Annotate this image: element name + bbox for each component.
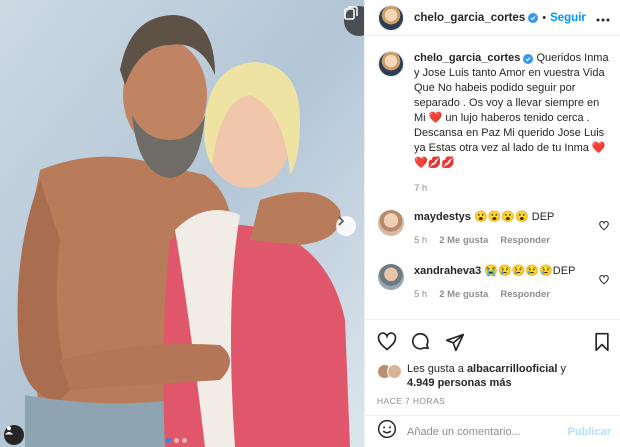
caption-time[interactable]: 7 h xyxy=(414,183,611,194)
comment-icon[interactable] xyxy=(411,332,431,352)
separator-dot: • xyxy=(542,11,547,24)
post-actions: Les gusta a albacarrillooficial y 4.949 … xyxy=(365,319,620,447)
carousel-dots xyxy=(166,438,187,443)
caption-username[interactable]: chelo_garcia_cortes xyxy=(414,52,520,64)
photo-illustration xyxy=(0,0,364,447)
emoji-icon[interactable] xyxy=(377,419,397,444)
avatar xyxy=(387,364,402,379)
avatar[interactable] xyxy=(378,4,404,31)
likes-summary: Les gusta a albacarrillooficial y 4.949 … xyxy=(365,356,620,390)
verified-icon xyxy=(523,54,534,64)
carousel-dot xyxy=(166,438,171,443)
caption-text: chelo_garcia_cortes Queridos Inma y Jose… xyxy=(414,51,611,171)
user-tag-icon[interactable] xyxy=(4,425,24,445)
share-icon[interactable] xyxy=(445,332,465,352)
comment-likes[interactable]: 2 Me gusta xyxy=(439,287,488,302)
post-side-panel: chelo_garcia_cortes • Seguir chelo_garci… xyxy=(364,0,620,447)
likes-joiner: y xyxy=(557,363,566,375)
likes-prefix: Les gusta a xyxy=(407,363,467,375)
comment-text: 😭😢😢😢😢DEP xyxy=(484,265,576,277)
publish-button[interactable]: Publicar xyxy=(568,426,611,438)
avatar[interactable] xyxy=(378,210,404,236)
add-comment-bar: Añade un comentario... Publicar xyxy=(365,415,620,447)
caption-body: Queridos Inma y Jose Luis tanto Amor en … xyxy=(414,52,609,169)
more-icon[interactable] xyxy=(596,9,610,27)
caption: chelo_garcia_cortes Queridos Inma y Jose… xyxy=(378,51,611,171)
heart-icon[interactable] xyxy=(599,272,609,290)
comment-item: maydestys 😮😮😮😮 DEP 5 h 2 Me gusta Respon… xyxy=(378,210,611,248)
comment-username[interactable]: xandraheva3 xyxy=(414,265,481,277)
post-header: chelo_garcia_cortes • Seguir xyxy=(365,0,620,36)
comment-item: xandraheva3 😭😢😢😢😢DEP 5 h 2 Me gusta Resp… xyxy=(378,264,611,302)
post-photo[interactable] xyxy=(0,0,364,447)
carousel-dot xyxy=(174,438,179,443)
verified-icon xyxy=(528,12,539,23)
avatar[interactable] xyxy=(378,264,404,290)
comment-likes[interactable]: 2 Me gusta xyxy=(439,233,488,248)
comment-text: 😮😮😮😮 DEP xyxy=(473,211,555,223)
reply-button[interactable]: Responder xyxy=(500,233,550,248)
reply-button[interactable]: Responder xyxy=(500,287,550,302)
heart-icon[interactable] xyxy=(599,218,609,236)
avatar[interactable] xyxy=(378,51,404,77)
comment-time[interactable]: 5 h xyxy=(414,287,427,302)
carousel-dot xyxy=(182,438,187,443)
header-username[interactable]: chelo_garcia_cortes xyxy=(414,12,525,24)
liker-avatars xyxy=(377,364,402,379)
comment-username[interactable]: maydestys xyxy=(414,211,471,223)
save-icon[interactable] xyxy=(593,332,611,352)
posted-time[interactable]: HACE 7 HORAS xyxy=(365,390,620,406)
comment-time[interactable]: 5 h xyxy=(414,233,427,248)
action-bar xyxy=(365,320,620,356)
next-arrow-icon[interactable] xyxy=(336,216,356,236)
likes-count[interactable]: 4.949 personas más xyxy=(407,377,512,389)
likes-user[interactable]: albacarrillooficial xyxy=(467,363,557,375)
comments-list[interactable]: chelo_garcia_cortes Queridos Inma y Jose… xyxy=(365,37,620,318)
comment-input[interactable]: Añade un comentario... xyxy=(407,426,568,438)
heart-icon[interactable] xyxy=(377,332,397,352)
follow-button[interactable]: Seguir xyxy=(550,12,586,24)
